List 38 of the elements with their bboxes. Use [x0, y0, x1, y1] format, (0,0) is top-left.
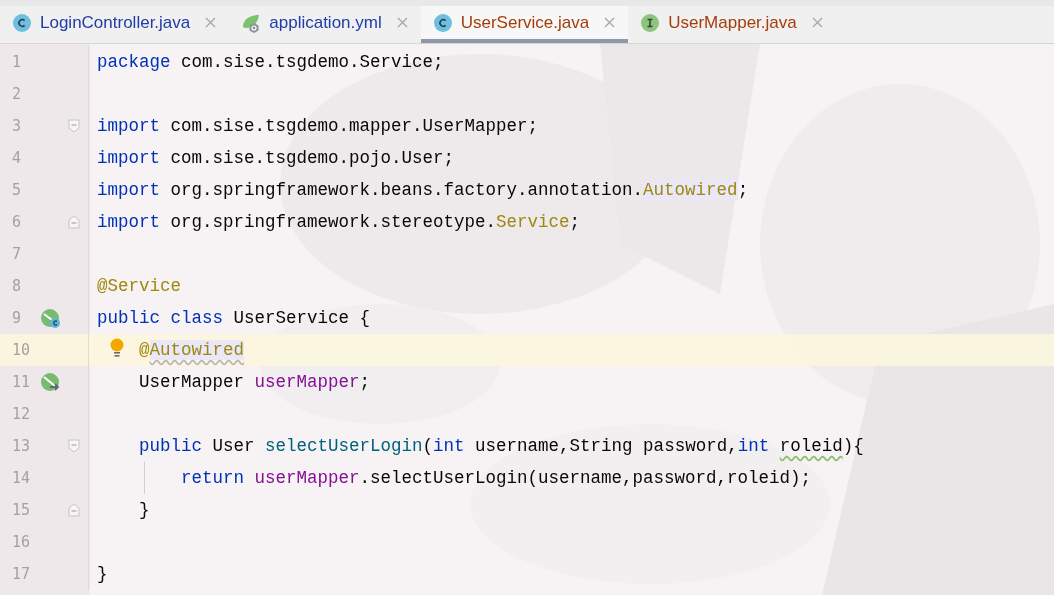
code-line: public User selectUserLogin(int username,String password,int roleid){	[139, 436, 864, 456]
code-line: UserMapper userMapper;	[139, 372, 371, 392]
code-line: return userMapper.selectUserLogin(username,password,roleid);	[181, 468, 812, 488]
close-icon	[204, 16, 218, 29]
line-number: 6	[11, 213, 23, 231]
line-number: 3	[11, 117, 23, 135]
line-number: 10	[11, 341, 32, 359]
line-number: 11	[11, 373, 32, 391]
line-number: 7	[11, 245, 23, 263]
code-line: import com.sise.tsgdemo.mapper.UserMapper;	[97, 116, 539, 136]
editor-tab[interactable]: application.yml	[229, 6, 421, 43]
close-icon	[810, 16, 824, 29]
line-number: 8	[11, 277, 23, 295]
code-line: public class UserService {	[97, 308, 371, 328]
code-line: import com.sise.tsgdemo.pojo.User;	[97, 148, 455, 168]
code-line: }	[139, 500, 150, 520]
line-number: 15	[11, 501, 32, 519]
code-line: import org.springframework.stereotype.Service;	[97, 212, 581, 232]
line-number: 12	[11, 405, 32, 423]
editor-tab[interactable]: UserMapper.java	[628, 6, 836, 43]
line-number: 5	[11, 181, 23, 199]
code-line: import org.springframework.beans.factory.annotation.Autowired;	[97, 180, 749, 200]
code-line: @Autowired	[139, 340, 245, 360]
line-number: 17	[11, 565, 32, 583]
code-line: package com.sise.tsgdemo.Service;	[97, 52, 444, 72]
close-icon	[395, 16, 409, 29]
line-number: 2	[11, 85, 23, 103]
line-number: 16	[11, 533, 32, 551]
line-number: 4	[11, 149, 23, 167]
editor-tab[interactable]: UserService.java	[420, 6, 629, 43]
line-number: 1	[11, 53, 23, 71]
close-icon	[603, 16, 617, 29]
editor-tab[interactable]: LoginController.java	[0, 6, 230, 43]
line-number: 14	[11, 469, 32, 487]
code-line: }	[97, 564, 108, 584]
line-number: 13	[11, 437, 32, 455]
code-line: @Service	[97, 276, 181, 296]
line-number: 9	[11, 309, 23, 327]
